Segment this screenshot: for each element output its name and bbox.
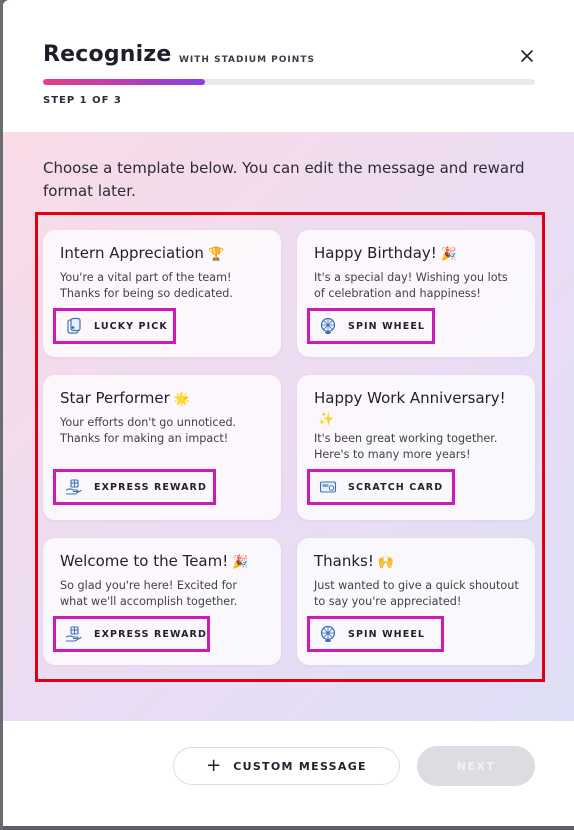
cards-icon [67,317,81,334]
reward-label: SPIN WHEEL [348,628,426,640]
reward-label: SCRATCH CARD [348,481,444,493]
next-label: NEXT [456,759,496,773]
template-section: Choose a template below. You can edit th… [3,132,574,721]
card-title: Intern Appreciation 🏆 [60,244,225,262]
glowing-star-icon: 🌟 [173,392,190,407]
card-description: It's a special day! Wishing you lots of … [314,271,508,300]
template-card-work-anniversary[interactable]: Happy Work Anniversary! ✨ It's been grea… [297,375,535,520]
plus-icon: + [206,755,222,776]
raising-hands-icon: 🙌 [377,555,395,570]
card-title: Star Performer 🌟 [60,389,190,407]
template-card-thanks[interactable]: Thanks! 🙌 Just wanted to give a quick sho… [297,538,535,665]
reward-label: SPIN WHEEL [348,320,426,332]
close-icon [521,50,533,62]
party-popper-icon: 🎉 [440,247,457,262]
close-button[interactable] [515,44,539,68]
template-card-star-performer[interactable]: Star Performer 🌟 Your efforts don't go un… [43,375,281,520]
custom-message-button[interactable]: + CUSTOM MESSAGE [173,747,400,785]
card-description: So glad you're here! Excited for what we… [60,579,238,608]
reward-label: EXPRESS REWARD [94,481,207,493]
step-indicator: STEP 1 OF 3 [43,95,122,106]
progress-fill [43,79,206,85]
card-title: Happy Work Anniversary! ✨ [314,389,506,427]
card-title: Happy Birthday! 🎉 [314,244,457,262]
card-title: Thanks! 🙌 [314,552,395,570]
reward-badge-scratch-card[interactable]: SCRATCH CARD [307,469,455,505]
reward-badge-express-reward[interactable]: EXPRESS REWARD [53,616,210,652]
reward-label: EXPRESS REWARD [94,628,207,640]
reward-badge-express-reward[interactable]: EXPRESS REWARD [53,469,216,505]
modal-subtitle: WITH STADIUM POINTS [179,55,315,65]
template-card-welcome-to-the-team[interactable]: Welcome to the Team! 🎉 So glad you're her… [43,538,281,665]
card-description: It's been great working together. Here's… [314,432,498,461]
reward-badge-lucky-pick[interactable]: LUCKY PICK [53,308,176,344]
spin-wheel-icon [320,625,336,642]
card-title: Welcome to the Team! 🎉 [60,552,249,570]
intro-text: Choose a template below. You can edit th… [43,159,525,200]
reward-badge-spin-wheel[interactable]: SPIN WHEEL [307,616,444,652]
card-description: Your efforts don't go unnoticed. Thanks … [60,416,237,445]
card-description: You're a vital part of the team! Thanks … [60,271,233,300]
gift-hand-icon [65,626,82,642]
reward-label: LUCKY PICK [94,320,168,332]
modal-footer: + CUSTOM MESSAGE NEXT [3,721,574,826]
progress-bar [43,79,535,85]
card-description: Just wanted to give a quick shoutout to … [314,579,519,608]
custom-message-label: CUSTOM MESSAGE [233,759,367,773]
recognize-modal: Recognize WITH STADIUM POINTS STEP 1 OF … [3,0,574,826]
gift-hand-icon [65,479,82,495]
template-card-happy-birthday[interactable]: Happy Birthday! 🎉 It's a special day! Wis… [297,230,535,357]
reward-badge-spin-wheel[interactable]: SPIN WHEEL [307,308,435,344]
modal-title: Recognize [43,42,172,67]
sparkles-icon: ✨ [318,412,335,427]
spin-wheel-icon [320,317,336,334]
trophy-icon: 🏆 [207,247,225,262]
modal-header: Recognize WITH STADIUM POINTS STEP 1 OF … [3,0,574,132]
scratch-card-icon [319,481,337,493]
next-button[interactable]: NEXT [417,746,535,786]
template-card-intern-appreciation[interactable]: Intern Appreciation 🏆 You're a vital part… [43,230,281,357]
party-popper-icon: 🎉 [232,555,249,570]
